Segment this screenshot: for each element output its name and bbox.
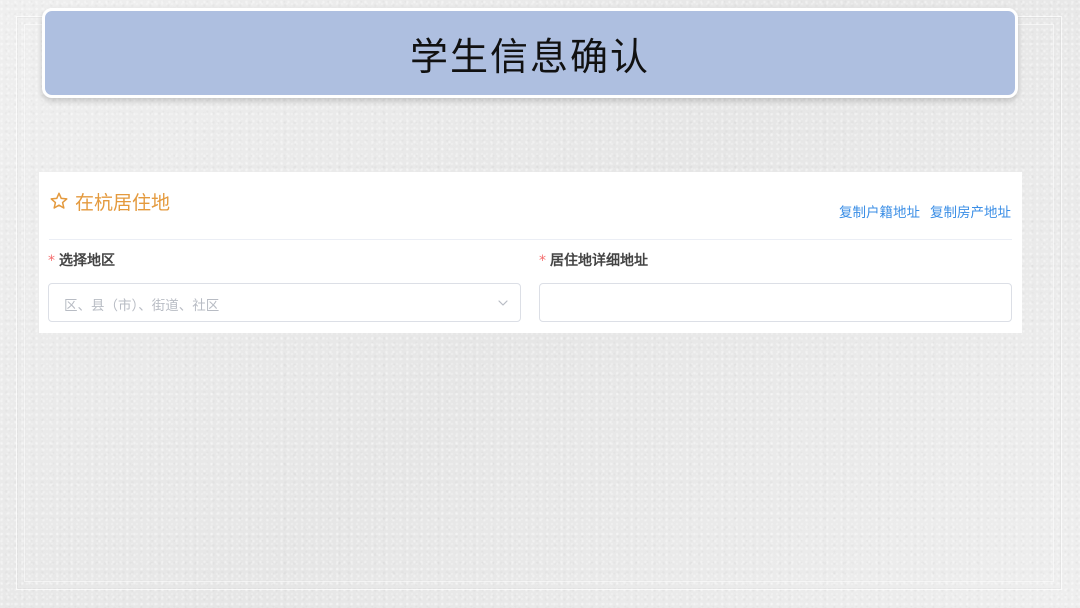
star-outline-icon [50,192,68,209]
address-input[interactable] [539,283,1012,322]
section-title: 在杭居住地 [75,192,171,214]
card-header: 在杭居住地 复制户籍地址 复制房产地址 [39,172,1022,240]
region-label-text: 选择地区 [59,253,115,269]
copy-household-address-link[interactable]: 复制户籍地址 [839,201,920,221]
region-select-placeholder: 区、县（市）、街道、社区 [64,298,220,314]
residence-card: 在杭居住地 复制户籍地址 复制房产地址 * 选择地区 * 居住地详细地址 区、县（市… [39,172,1022,333]
region-select[interactable]: 区、县（市）、街道、社区 [48,283,521,322]
chevron-down-icon [498,300,508,306]
required-mark: * [48,253,55,269]
title-banner: 学生信息确认 [42,8,1018,98]
header-links: 复制户籍地址 复制房产地址 [839,201,1011,221]
page-title: 学生信息确认 [409,34,650,79]
divider [49,239,1012,240]
required-mark: * [539,253,546,269]
copy-property-address-link[interactable]: 复制房产地址 [930,201,1011,221]
address-label: * 居住地详细地址 [539,250,648,270]
region-label: * 选择地区 [48,250,115,270]
address-label-text: 居住地详细地址 [550,253,648,269]
